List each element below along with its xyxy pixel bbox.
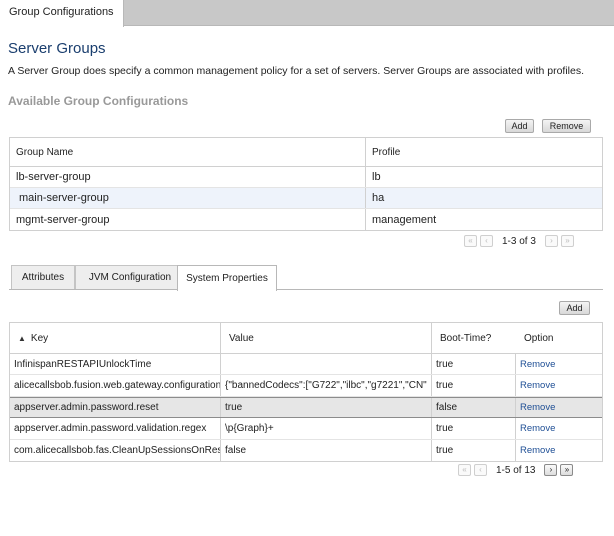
column-header-group-name[interactable]: Group Name — [10, 138, 366, 166]
key-cell: com.alicecallsbob.fas.CleanUpSessionsOnR… — [10, 439, 221, 461]
key-cell: appserver.admin.password.reset — [10, 397, 221, 418]
tab-system-properties[interactable]: System Properties — [177, 265, 277, 291]
column-header-profile[interactable]: Profile — [366, 138, 602, 166]
group-table: Group Name Profile lb-server-group lb ma… — [9, 137, 603, 231]
value-cell: true — [221, 397, 432, 418]
first-page-icon[interactable]: « — [464, 235, 477, 247]
remove-property-link[interactable]: Remove — [520, 445, 555, 456]
boot-time-cell: true — [432, 418, 516, 439]
key-cell: appserver.admin.password.validation.rege… — [10, 418, 221, 439]
option-cell: Remove — [516, 418, 602, 438]
first-page-icon[interactable]: « — [458, 464, 471, 476]
table-row[interactable]: lb-server-group lb — [10, 167, 602, 188]
boot-time-cell: false — [432, 397, 516, 418]
table-row[interactable]: com.alicecallsbob.fas.CleanUpSessionsOnR… — [10, 439, 602, 461]
table-row[interactable]: mgmt-server-group management — [10, 209, 602, 230]
last-page-icon[interactable]: » — [560, 464, 574, 476]
remove-property-link[interactable]: Remove — [520, 402, 555, 413]
sort-ascending-icon[interactable]: ▲ — [18, 334, 26, 343]
tab-attributes[interactable]: Attributes — [11, 265, 75, 289]
page-title: Server Groups — [8, 40, 106, 57]
table-row[interactable]: main-server-group ha — [10, 188, 602, 209]
profile-cell: management — [372, 213, 437, 226]
properties-table-header: ▲ Key Value Boot-Time? Option — [10, 323, 602, 354]
column-header-value[interactable]: Value — [221, 323, 432, 353]
table-row[interactable]: alicecallsbob.fusion.web.gateway.configu… — [10, 375, 602, 397]
next-page-icon[interactable]: › — [544, 464, 558, 476]
table-row[interactable]: InfinispanRESTAPIUnlockTime true Remove — [10, 354, 602, 376]
column-header-boot-time[interactable]: Boot-Time? — [432, 323, 516, 353]
group-name-cell: lb-server-group — [10, 167, 366, 187]
column-header-key-label: Key — [30, 332, 49, 344]
table-row[interactable]: appserver.admin.password.validation.rege… — [10, 418, 602, 440]
remove-group-button[interactable]: Remove — [542, 119, 591, 133]
option-cell: Remove — [516, 354, 602, 374]
remove-property-link[interactable]: Remove — [520, 380, 555, 391]
key-cell: InfinispanRESTAPIUnlockTime — [10, 354, 221, 375]
value-cell — [221, 354, 432, 375]
value-cell: \p{Graph}+ — [221, 418, 432, 439]
pager-text: 1-3 of 3 — [502, 235, 536, 247]
profile-cell: ha — [372, 192, 385, 204]
value-cell: false — [221, 439, 432, 461]
option-cell: Remove — [516, 375, 602, 395]
system-properties-table: ▲ Key Value Boot-Time? Option Infinispan… — [9, 322, 603, 462]
page-description: A Server Group does specify a common man… — [8, 65, 585, 77]
add-group-button[interactable]: Add — [505, 119, 534, 133]
add-property-button[interactable]: Add — [559, 301, 590, 315]
section-subtitle: Available Group Configurations — [8, 94, 189, 108]
group-table-header: Group Name Profile — [10, 138, 602, 167]
table-row-selected[interactable]: appserver.admin.password.reset true fals… — [10, 396, 602, 419]
boot-time-cell: true — [432, 354, 516, 375]
column-header-key[interactable]: ▲ Key — [10, 323, 221, 353]
last-page-icon[interactable]: » — [560, 235, 574, 247]
remove-property-link[interactable]: Remove — [520, 423, 555, 434]
tab-jvm-configuration[interactable]: JVM Configuration — [75, 265, 185, 289]
config-tab-bar: Attributes JVM Configuration System Prop… — [9, 265, 603, 291]
top-tab-bar: Group Configurations — [0, 0, 614, 27]
properties-table-pager: « ‹ 1-5 of 13 › » — [458, 464, 574, 476]
boot-time-cell: true — [432, 375, 516, 396]
group-table-pager: « ‹ 1-3 of 3 › » — [464, 235, 574, 247]
prev-page-icon[interactable]: ‹ — [474, 464, 487, 476]
value-cell: {"bannedCodecs":["G722","ilbc","g7221","… — [221, 375, 432, 396]
option-cell: Remove — [516, 440, 602, 461]
group-name-cell: mgmt-server-group — [10, 209, 366, 230]
group-name-cell: main-server-group — [10, 188, 366, 208]
profile-cell: lb — [372, 171, 381, 183]
pager-text: 1-5 of 13 — [496, 464, 536, 476]
remove-property-link[interactable]: Remove — [520, 359, 555, 370]
tab-group-configurations[interactable]: Group Configurations — [0, 0, 124, 27]
prev-page-icon[interactable]: ‹ — [480, 235, 493, 247]
key-cell: alicecallsbob.fusion.web.gateway.configu… — [10, 375, 221, 396]
boot-time-cell: true — [432, 439, 516, 461]
next-page-icon[interactable]: › — [544, 235, 558, 247]
option-cell: Remove — [516, 398, 602, 417]
column-header-option: Option — [524, 332, 554, 344]
